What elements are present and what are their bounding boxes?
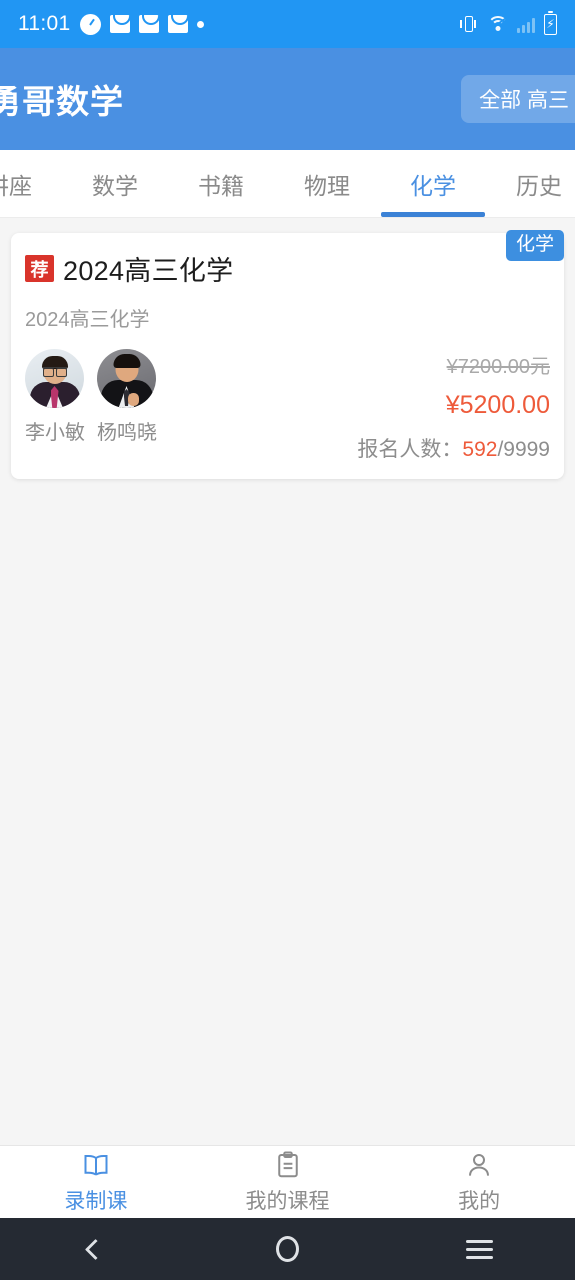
current-price: ¥5200.00 xyxy=(445,391,550,419)
bottom-nav-label: 录制课 xyxy=(64,1189,128,1213)
app-header: 勇哥数学 全部 高三 xyxy=(0,48,575,150)
course-title: 2024高三化学 xyxy=(63,256,234,286)
wifi-off-icon xyxy=(487,15,509,33)
clipboard-icon xyxy=(277,1151,298,1177)
avatar xyxy=(97,349,156,408)
bottom-nav-recorded-courses[interactable]: 录制课 xyxy=(0,1150,192,1215)
enrollment-label: 报名人数： xyxy=(357,438,463,461)
dot-icon xyxy=(196,20,204,28)
app-title: 勇哥数学 xyxy=(0,83,124,120)
recommended-badge: 荐 xyxy=(25,255,54,282)
teacher-name: 杨鸣晓 xyxy=(97,422,157,444)
tab-math[interactable]: 数学 xyxy=(62,150,168,217)
mail-icon xyxy=(109,15,130,33)
status-bar-left: 11:01 xyxy=(18,12,204,36)
mail-icon xyxy=(167,15,188,33)
enrollment-total: /9999 xyxy=(497,438,550,461)
course-subject-tag: 化学 xyxy=(505,230,564,261)
bottom-nav-label: 我的课程 xyxy=(245,1189,330,1213)
tab-lecture[interactable]: 讲座 xyxy=(0,150,62,217)
status-time: 11:01 xyxy=(18,12,71,35)
status-bar-right: ⚡ xyxy=(458,10,557,35)
tab-history[interactable]: 历史 xyxy=(486,150,575,217)
course-subtitle: 2024高三化学 xyxy=(25,309,150,331)
signal-icon xyxy=(517,16,535,33)
bottom-nav-label: 我的 xyxy=(458,1189,501,1213)
bottom-nav-my-courses[interactable]: 我的课程 xyxy=(192,1150,384,1215)
bottom-navigation[interactable]: 录制课 我的课程 我的 xyxy=(0,1145,575,1218)
category-tab-bar[interactable]: 讲座 数学 书籍 物理 化学 历史 xyxy=(0,150,575,218)
avatar xyxy=(25,349,84,408)
android-home-button[interactable] xyxy=(192,1236,384,1262)
clock-icon xyxy=(79,13,101,35)
course-pricing: ¥7200.00元 ¥5200.00 报名人数：592/9999 xyxy=(357,349,550,463)
android-nav-bar[interactable] xyxy=(0,1218,575,1280)
teacher-list: 李小敏 杨鸣晓 xyxy=(25,349,157,445)
book-icon xyxy=(84,1154,108,1176)
course-card-body: 李小敏 杨鸣晓 ¥7200.00元 ¥5200.00 报名人数：592/9999 xyxy=(25,349,550,463)
teacher-item[interactable]: 杨鸣晓 xyxy=(97,349,157,445)
teacher-name: 李小敏 xyxy=(25,422,85,444)
status-bar: 11:01 ⚡ xyxy=(0,0,575,48)
course-list: 化学 荐 2024高三化学 2024高三化学 李小敏 杨鸣晓 ¥7200.00元… xyxy=(0,218,575,1145)
android-back-button[interactable] xyxy=(0,1238,192,1260)
mail-icon xyxy=(138,15,159,33)
tab-chemistry[interactable]: 化学 xyxy=(380,150,486,217)
person-icon xyxy=(469,1153,490,1176)
original-price: ¥7200.00元 xyxy=(446,356,550,378)
grade-filter-button[interactable]: 全部 高三 xyxy=(461,75,575,123)
android-recents-button[interactable] xyxy=(383,1239,575,1259)
phone-screen: 11:01 ⚡ 勇哥数学 全部 高三 讲座 数 xyxy=(0,0,575,1280)
back-icon xyxy=(85,1238,107,1260)
home-icon xyxy=(276,1236,299,1262)
tab-physics[interactable]: 物理 xyxy=(274,150,380,217)
tab-books[interactable]: 书籍 xyxy=(168,150,274,217)
course-title-row: 荐 2024高三化学 xyxy=(25,249,550,288)
teacher-item[interactable]: 李小敏 xyxy=(25,349,85,445)
bottom-nav-profile[interactable]: 我的 xyxy=(383,1150,575,1215)
recents-icon xyxy=(465,1239,493,1259)
enrollment-info: 报名人数：592/9999 xyxy=(357,433,550,463)
course-card[interactable]: 化学 荐 2024高三化学 2024高三化学 李小敏 杨鸣晓 ¥7200.00元… xyxy=(11,230,564,479)
enrollment-count: 592 xyxy=(462,438,498,461)
vibrate-icon xyxy=(458,14,478,34)
battery-charging-icon: ⚡ xyxy=(544,10,557,35)
